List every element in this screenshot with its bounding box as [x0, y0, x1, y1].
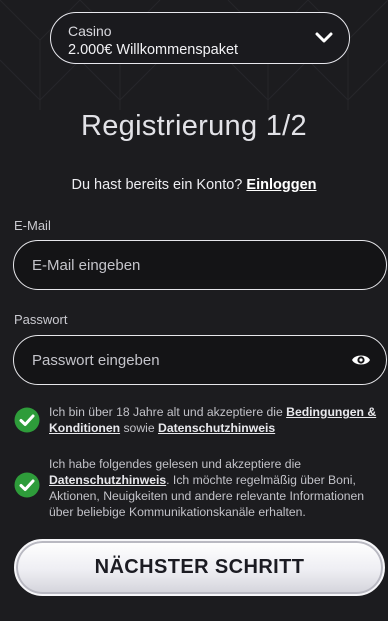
chevron-down-icon[interactable] — [315, 30, 333, 44]
consent-terms-text-1: Ich bin über 18 Jahre alt und akzeptiere… — [49, 405, 287, 419]
privacy-link-2[interactable]: Datenschutzhinweis — [49, 473, 166, 487]
eye-icon[interactable] — [351, 351, 371, 369]
consent-terms-text: Ich bin über 18 Jahre alt und akzeptiere… — [49, 404, 386, 436]
next-step-button[interactable]: NÄCHSTER SCHRITT — [14, 539, 385, 596]
bonus-value: 2.000€ Willkommenspaket — [68, 42, 239, 58]
password-field-box[interactable] — [13, 335, 387, 385]
email-field[interactable] — [14, 241, 386, 289]
checkbox-checked-icon[interactable] — [14, 407, 40, 433]
checkbox-checked-icon[interactable] — [14, 472, 40, 498]
bonus-select[interactable]: Casino 2.000€ Willkommenspaket — [50, 12, 350, 64]
password-label: Passwort — [14, 312, 68, 327]
page-title: Registrierung 1/2 — [81, 110, 307, 142]
login-prompt-text: Du hast bereits ein Konto? — [71, 177, 243, 193]
password-field[interactable] — [14, 336, 386, 384]
email-label: E-Mail — [14, 218, 51, 233]
privacy-link[interactable]: Datenschutzhinweis — [158, 421, 275, 435]
email-field-box[interactable] — [13, 240, 387, 290]
login-prompt: Du hast bereits ein Konto? Einloggen — [0, 177, 388, 193]
consent-marketing-text: Ich habe folgendes gelesen und akzeptier… — [49, 456, 386, 520]
login-link[interactable]: Einloggen — [246, 177, 316, 193]
consent-terms-text-2: sowie — [120, 421, 159, 435]
consent-marketing-text-1: Ich habe folgendes gelesen und akzeptier… — [49, 457, 302, 471]
bonus-category: Casino — [68, 23, 112, 39]
